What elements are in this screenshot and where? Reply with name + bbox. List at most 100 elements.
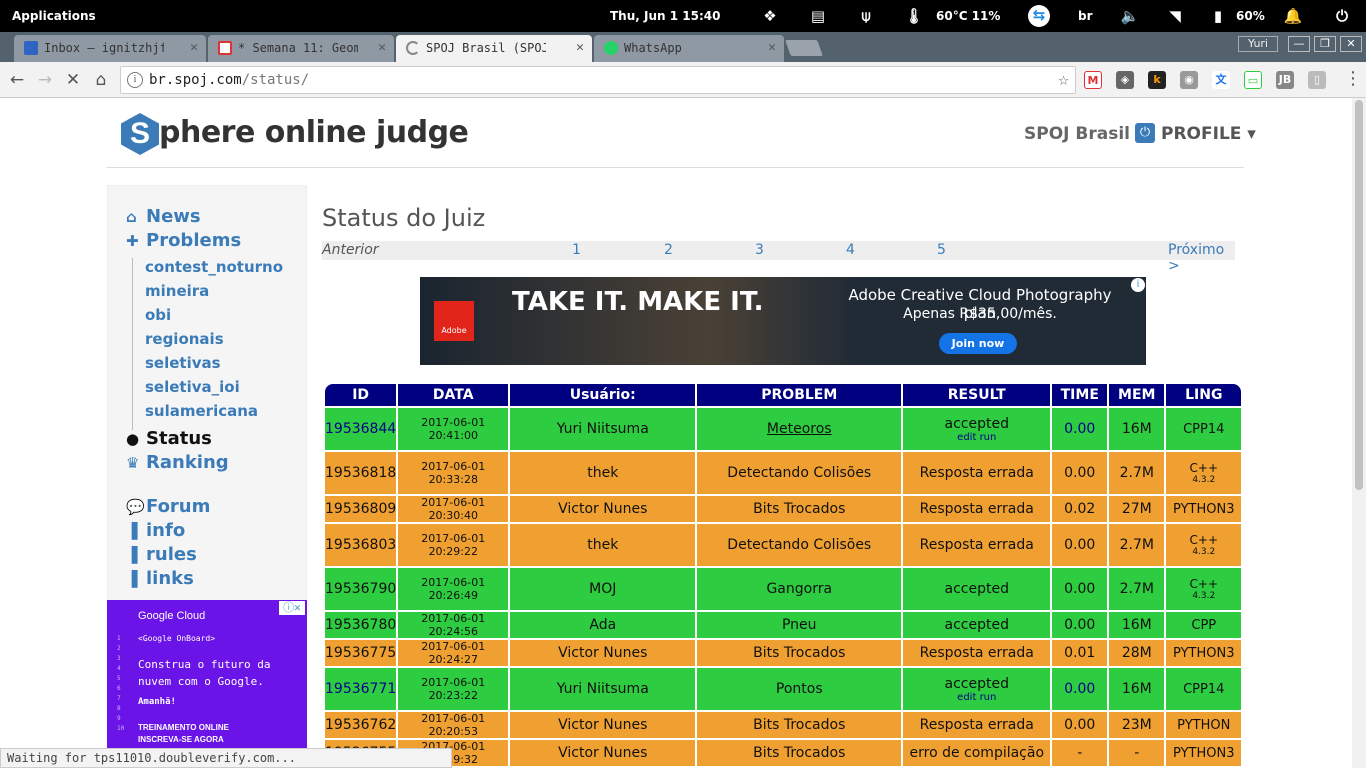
teamviewer-icon[interactable]: ⇆	[1028, 5, 1050, 27]
cell-problem[interactable]: Detectando Colisões	[697, 524, 902, 566]
pager-page-4[interactable]: 4	[846, 242, 855, 258]
cell-user[interactable]: thek	[510, 524, 696, 566]
cell-user[interactable]: MOJ	[510, 568, 696, 610]
nav-sub-seletivas[interactable]: seletivas	[145, 354, 221, 372]
nav-ranking[interactable]: ♛ Ranking	[126, 452, 229, 473]
scrollbar-thumb[interactable]	[1355, 100, 1363, 490]
doc-extension-icon[interactable]: ▯	[1308, 71, 1326, 89]
nav-sub-mineira[interactable]: mineira	[145, 282, 209, 300]
problem-link[interactable]: Bits Trocados	[753, 645, 845, 661]
minimize-button[interactable]: —	[1288, 36, 1310, 52]
profile-menu[interactable]: PROFILE ▾	[1161, 124, 1256, 144]
profile-switcher[interactable]: Yuri	[1238, 36, 1278, 52]
battery-icon[interactable]: ▮	[1208, 6, 1228, 26]
bookmark-star-icon[interactable]: ☆	[1058, 69, 1069, 90]
dropbox-icon[interactable]: ❖	[760, 6, 780, 26]
volume-icon[interactable]: 🔈	[1120, 6, 1140, 26]
cell-problem[interactable]: Bits Trocados	[697, 740, 902, 766]
run-link[interactable]: run	[980, 692, 997, 703]
cell-user[interactable]: Victor Nunes	[510, 640, 696, 666]
close-tab-icon[interactable]: ✕	[378, 40, 386, 55]
power-menu-icon[interactable]: ⏻	[1332, 6, 1352, 26]
problem-link[interactable]: Pontos	[776, 681, 823, 697]
brand-link[interactable]: SPOJ Brasil	[1024, 124, 1130, 144]
adchoices-icon[interactable]: i	[1131, 278, 1145, 292]
forward-icon[interactable]: →	[34, 69, 56, 91]
cell-result[interactable]: accepted edit run	[903, 408, 1051, 450]
problem-link[interactable]: Bits Trocados	[753, 745, 845, 761]
pin-extension-icon[interactable]: ◈	[1116, 71, 1134, 89]
cell-problem[interactable]: Pneu	[697, 612, 902, 638]
browser-menu-icon[interactable]: ⋮	[1344, 68, 1362, 89]
problem-link[interactable]: Bits Trocados	[753, 501, 845, 517]
gmail-extension-icon[interactable]: M	[1084, 71, 1102, 89]
adchoices-icon[interactable]: ⓘ✕	[279, 601, 305, 615]
run-link[interactable]: run	[980, 432, 997, 443]
adobe-ad[interactable]: Adobe TAKE IT. MAKE IT. Adobe Creative C…	[420, 277, 1146, 365]
edit-link[interactable]: edit	[957, 432, 976, 443]
cell-problem[interactable]: Detectando Colisões	[697, 452, 902, 494]
nav-sub-sulamericana[interactable]: sulamericana	[145, 402, 258, 420]
nav-rules[interactable]: ▐ rules	[126, 544, 197, 565]
pager-next[interactable]: Próximo >	[1168, 242, 1235, 274]
nav-status[interactable]: ● Status	[126, 428, 212, 449]
ad-join-button[interactable]: Join now	[939, 333, 1017, 354]
nav-sub-seletiva-ioi[interactable]: seletiva_ioi	[145, 378, 240, 396]
tab-inbox[interactable]: Inbox – ignitzhjfk@ ✕	[14, 35, 206, 62]
cell-user[interactable]: thek	[510, 452, 696, 494]
jb-extension-icon[interactable]: JB	[1276, 71, 1294, 89]
problem-link[interactable]: Detectando Colisões	[727, 537, 871, 553]
close-tab-icon[interactable]: ✕	[576, 40, 584, 55]
translate-extension-icon[interactable]: 文	[1212, 71, 1230, 89]
tv-extension-icon[interactable]: ▭	[1244, 71, 1262, 89]
nav-sub-regionais[interactable]: regionais	[145, 330, 224, 348]
nav-info[interactable]: ▐ info	[126, 520, 185, 541]
close-window-button[interactable]: ✕	[1340, 36, 1362, 52]
maximize-button[interactable]: ❐	[1314, 36, 1336, 52]
new-tab-button[interactable]	[785, 40, 823, 56]
clock[interactable]: Thu, Jun 1 15:40	[610, 9, 720, 23]
cell-id[interactable]: 19536771	[325, 668, 397, 710]
wifi-icon[interactable]: ◥	[1165, 6, 1185, 26]
cell-user[interactable]: Victor Nunes	[510, 496, 696, 522]
stop-icon[interactable]: ✕	[62, 69, 84, 91]
back-icon[interactable]: ←	[6, 69, 28, 91]
pager-page-3[interactable]: 3	[755, 242, 764, 258]
close-tab-icon[interactable]: ✕	[190, 40, 198, 55]
applications-menu[interactable]: Applications	[12, 9, 96, 23]
cell-id[interactable]: 19536844	[325, 408, 397, 450]
problem-link[interactable]: Gangorra	[766, 581, 832, 597]
cell-user[interactable]: Ada	[510, 612, 696, 638]
usb-icon[interactable]: ⍦	[856, 6, 876, 26]
nav-problems[interactable]: ✚ Problems	[126, 230, 241, 251]
cell-user[interactable]: Yuri Niitsuma	[510, 408, 696, 450]
cell-user[interactable]: Yuri Niitsuma	[510, 668, 696, 710]
cell-user[interactable]: Victor Nunes	[510, 712, 696, 738]
close-tab-icon[interactable]: ✕	[768, 40, 776, 55]
cell-time[interactable]: 0.00	[1052, 408, 1108, 450]
cell-problem[interactable]: Bits Trocados	[697, 496, 902, 522]
ad-line5[interactable]: INSCREVA-SE AGORA	[138, 735, 224, 744]
pager-page-2[interactable]: 2	[664, 242, 673, 258]
home-icon[interactable]: ⌂	[90, 69, 112, 91]
pager-page-5[interactable]: 5	[937, 242, 946, 258]
cell-problem[interactable]: Gangorra	[697, 568, 902, 610]
address-bar[interactable]: i br.spoj.com/status/ ☆	[120, 66, 1076, 94]
problem-link[interactable]: Meteoros	[767, 421, 832, 437]
tab-spoj[interactable]: SPOJ Brasil (SPOJ) ✕	[396, 35, 592, 62]
tab-whatsapp[interactable]: WhatsApp ✕	[594, 35, 784, 62]
problem-link[interactable]: Pneu	[782, 617, 817, 633]
url-text[interactable]: br.spoj.com/status/	[149, 72, 309, 88]
notifications-icon[interactable]: 🔔	[1283, 6, 1303, 26]
nav-forum[interactable]: 💬Forum	[126, 496, 210, 517]
cell-problem[interactable]: Pontos	[697, 668, 902, 710]
edit-link[interactable]: edit	[957, 692, 976, 703]
google-cloud-ad[interactable]: Google Cloud ⓘ✕ 1 2 3 4 5 6 7 8 9 10 <Google OnBo…	[107, 600, 307, 768]
problem-link[interactable]: Bits Trocados	[753, 717, 845, 733]
nav-sub-obi[interactable]: obi	[145, 306, 171, 324]
site-info-icon[interactable]: i	[127, 72, 143, 88]
cell-problem[interactable]: Bits Trocados	[697, 712, 902, 738]
pager-page-1[interactable]: 1	[572, 242, 581, 258]
cell-time[interactable]: 0.00	[1052, 668, 1108, 710]
nav-sub-contest-noturno[interactable]: contest_noturno	[145, 258, 283, 276]
